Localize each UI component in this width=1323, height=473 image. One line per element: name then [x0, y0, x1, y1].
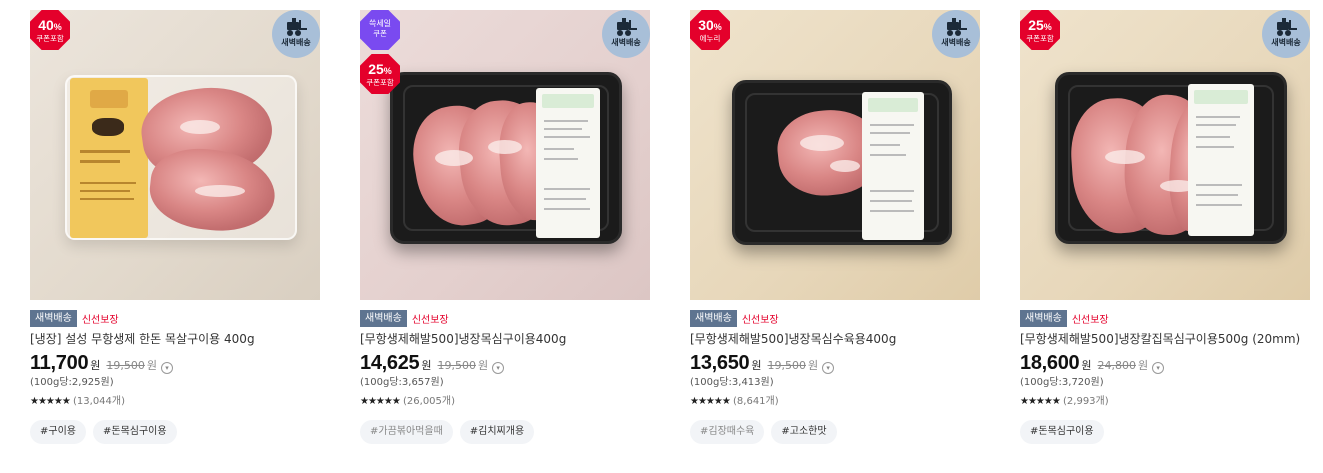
dawn-delivery-badge: 새벽배송: [932, 10, 980, 58]
dawn-delivery-badge: 새벽배송: [1262, 10, 1310, 58]
discount-badge: 25% 쿠폰포함: [360, 54, 400, 94]
discount-label: 쿠폰포함: [366, 78, 394, 87]
truck-icon: [947, 18, 967, 36]
hashtag-list: #가끔볶아먹을때 #김치찌개용: [360, 420, 650, 444]
rating: ★★★★★ (2,993개): [1020, 395, 1310, 408]
discount-label: 에누리: [699, 34, 721, 43]
hashtag[interactable]: #김장때수육: [690, 420, 765, 444]
original-price: 19,500: [437, 359, 477, 372]
sale-price: 11,700: [30, 352, 89, 374]
package-label: [862, 92, 924, 240]
package-label: [1188, 84, 1254, 236]
dawn-delivery-badge: 새벽배송: [272, 10, 320, 58]
info-circle-icon[interactable]: ▾: [161, 362, 174, 374]
discount-badge: 25% 쿠폰포함: [1020, 10, 1060, 50]
product-card-1[interactable]: 40% 쿠폰포함 새벽배송 새벽배송 신선보장 [냉장] 설성 무항생제 한돈 …: [30, 10, 320, 444]
original-currency: 원: [146, 359, 158, 372]
product-image[interactable]: 30% 에누리 새벽배송: [690, 10, 980, 300]
dawn-delivery-text: 새벽배송: [611, 38, 641, 47]
delivery-tag: 새벽배송: [1020, 310, 1067, 327]
sale-event-badge: 쓱세일 쿠폰: [360, 10, 400, 50]
star-icon: ★★★★★: [360, 396, 401, 407]
event-sublabel: 쿠폰: [373, 29, 387, 38]
fresh-guarantee-tag: 신선보장: [81, 315, 119, 326]
discount-percent: 40%: [38, 17, 62, 33]
hashtag[interactable]: #고소한맛: [771, 420, 837, 444]
discount-badge: 40% 쿠폰포함: [30, 10, 70, 50]
discount-percent: 25%: [1028, 17, 1052, 33]
review-count: (13,044개): [73, 396, 126, 407]
price-currency: 원: [90, 359, 101, 372]
discount-label: 쿠폰포함: [36, 34, 64, 43]
star-icon: ★★★★★: [30, 396, 71, 407]
sale-price: 18,600: [1020, 352, 1080, 374]
truck-icon: [617, 18, 637, 36]
rating: ★★★★★ (13,044개): [30, 395, 320, 408]
original-currency: 원: [478, 359, 489, 372]
discount-percent: 30%: [698, 17, 722, 33]
product-title[interactable]: [냉장] 설성 무항생제 한돈 목살구이용 400g: [30, 331, 320, 348]
original-price: 19,500: [767, 359, 807, 372]
hashtag-list: #돈목심구이용: [1020, 420, 1310, 444]
delivery-tag: 새벽배송: [360, 310, 407, 327]
package-label: [536, 88, 600, 238]
product-card-3[interactable]: 30% 에누리 새벽배송 새벽배송 신선보장 [무항생제해발500]냉장목심수육…: [690, 10, 980, 444]
hashtag[interactable]: #가끔볶아먹을때: [360, 420, 453, 444]
product-card-4[interactable]: 25% 쿠폰포함 새벽배송 새벽배송 신선보장 [무항생제해발500]냉장칼집목…: [1020, 10, 1310, 444]
dawn-delivery-text: 새벽배송: [281, 38, 311, 47]
original-currency: 원: [808, 359, 819, 372]
unit-price: (100g당:3,657원): [360, 377, 444, 388]
product-title[interactable]: [무항생제해발500]냉장칼집목심구이용500g (20mm): [1020, 331, 1310, 348]
hashtag-list: #구이용 #돈목심구이용: [30, 420, 320, 444]
fresh-guarantee-tag: 신선보장: [741, 315, 779, 326]
truck-icon: [287, 18, 307, 36]
delivery-tag: 새벽배송: [690, 310, 737, 327]
product-card-2[interactable]: 쓱세일 쿠폰 25% 쿠폰포함 새벽배송 새벽배송 신선보장 [무항생제해발50…: [360, 10, 650, 444]
info-circle-icon[interactable]: ▾: [822, 362, 835, 374]
dawn-delivery-text: 새벽배송: [1271, 38, 1301, 47]
delivery-tag: 새벽배송: [30, 310, 77, 327]
fresh-guarantee-tag: 신선보장: [1071, 315, 1109, 326]
product-image[interactable]: 25% 쿠폰포함 새벽배송: [1020, 10, 1310, 300]
sale-price: 13,650: [690, 352, 750, 374]
original-currency: 원: [1138, 359, 1149, 372]
fresh-guarantee-tag: 신선보장: [411, 315, 449, 326]
discount-label: 쿠폰포함: [1026, 34, 1054, 43]
package-label: [70, 78, 148, 238]
rating: ★★★★★ (26,005개): [360, 395, 650, 408]
review-count: (8,641개): [733, 396, 779, 407]
info-circle-icon[interactable]: ▾: [1152, 362, 1165, 374]
price-currency: 원: [1081, 359, 1092, 372]
info-circle-icon[interactable]: ▾: [492, 362, 505, 374]
hashtag[interactable]: #돈목심구이용: [92, 420, 177, 444]
original-price: 19,500: [106, 359, 145, 372]
original-price: 24,800: [1097, 359, 1137, 372]
unit-price: (100g당:2,925원): [30, 377, 114, 388]
star-icon: ★★★★★: [1020, 396, 1061, 407]
dawn-delivery-badge: 새벽배송: [602, 10, 650, 58]
hashtag[interactable]: #구이용: [30, 420, 86, 444]
product-image[interactable]: 쓱세일 쿠폰 25% 쿠폰포함 새벽배송: [360, 10, 650, 300]
sale-price: 14,625: [360, 352, 420, 374]
review-count: (2,993개): [1063, 396, 1109, 407]
price-currency: 원: [751, 359, 762, 372]
rating: ★★★★★ (8,641개): [690, 395, 980, 408]
unit-price: (100g당:3,413원): [690, 377, 774, 388]
product-title[interactable]: [무항생제해발500]냉장목심수육용400g: [690, 331, 980, 348]
hashtag[interactable]: #돈목심구이용: [1020, 420, 1104, 444]
hashtag[interactable]: #김치찌개용: [459, 420, 535, 444]
price-currency: 원: [421, 359, 432, 372]
truck-icon: [1277, 18, 1297, 36]
star-icon: ★★★★★: [690, 396, 731, 407]
product-image[interactable]: 40% 쿠폰포함 새벽배송: [30, 10, 320, 300]
dawn-delivery-text: 새벽배송: [941, 38, 971, 47]
event-label: 쓱세일: [368, 19, 392, 28]
product-title[interactable]: [무항생제해발500]냉장목심구이용400g: [360, 331, 650, 348]
hashtag-list: #김장때수육 #고소한맛: [690, 420, 980, 444]
discount-percent: 25%: [368, 61, 392, 77]
discount-badge: 30% 에누리: [690, 10, 730, 50]
unit-price: (100g당:3,720원): [1020, 377, 1104, 388]
review-count: (26,005개): [403, 396, 456, 407]
